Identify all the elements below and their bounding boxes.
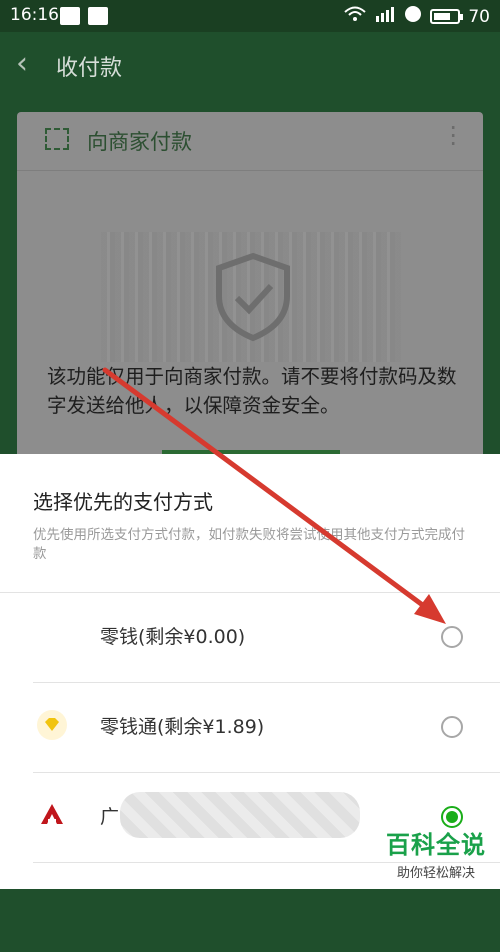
page-title: 收付款 bbox=[56, 56, 123, 81]
sheet-description: 优先使用所选支付方式付款，如付款失败将尝试使用其他支付方式完成付款 bbox=[33, 527, 465, 562]
status-time: 16:16 bbox=[10, 5, 59, 25]
security-warning: 该功能仅用于向商家付款。请不要将付款码及数字发送给他人，以保障资金安全。 bbox=[47, 365, 457, 417]
card-header: 向商家付款 · · · bbox=[17, 112, 483, 171]
upload-icon bbox=[60, 7, 80, 25]
option-change[interactable]: 零钱(剩余¥0.00) bbox=[0, 592, 500, 682]
payment-method-sheet: 选择优先的支付方式 优先使用所选支付方式付款，如付款失败将尝试使用其他支付方式完… bbox=[0, 454, 500, 889]
more-icon[interactable]: · · · bbox=[449, 116, 457, 156]
watermark: 百科全说 助你轻松解决 bbox=[386, 825, 486, 881]
divider bbox=[0, 592, 500, 593]
watermark-title: 百科全说 bbox=[386, 831, 486, 859]
status-indicators: 70 bbox=[344, 5, 490, 28]
option-label: 零钱通(剩余¥1.89) bbox=[100, 716, 265, 738]
hd-icon bbox=[404, 5, 422, 28]
radio-button[interactable] bbox=[441, 716, 463, 738]
battery-icon bbox=[430, 9, 464, 24]
back-icon[interactable]: ‹ bbox=[16, 46, 28, 81]
signal-icon bbox=[374, 6, 396, 27]
watermark-subtitle: 助你轻松解决 bbox=[396, 866, 475, 881]
redacted-area bbox=[120, 792, 360, 838]
option-label: 零钱(剩余¥0.00) bbox=[100, 626, 246, 648]
option-label: 广 bbox=[100, 806, 120, 828]
shield-icon bbox=[216, 252, 290, 342]
wifi-icon bbox=[344, 6, 367, 27]
bank-logo-icon bbox=[37, 800, 67, 830]
notification-icon bbox=[88, 7, 108, 25]
card-title: 向商家付款 bbox=[87, 130, 192, 154]
scan-icon bbox=[45, 128, 69, 150]
option-lqt[interactable]: 零钱通(剩余¥1.89) bbox=[0, 682, 500, 772]
diamond-icon bbox=[37, 710, 67, 740]
radio-button[interactable] bbox=[441, 626, 463, 648]
divider bbox=[33, 682, 500, 683]
battery-level: 70 bbox=[468, 6, 490, 27]
status-bar: 16:16 70 bbox=[0, 0, 500, 32]
payment-card: 向商家付款 · · · 该功能仅用于向商家付款。请不要将付款码及数字发送给他人，以保… bbox=[17, 112, 483, 472]
divider bbox=[33, 772, 500, 773]
app-bar: ‹ 收付款 bbox=[0, 32, 500, 100]
sheet-title: 选择优先的支付方式 bbox=[33, 490, 213, 514]
